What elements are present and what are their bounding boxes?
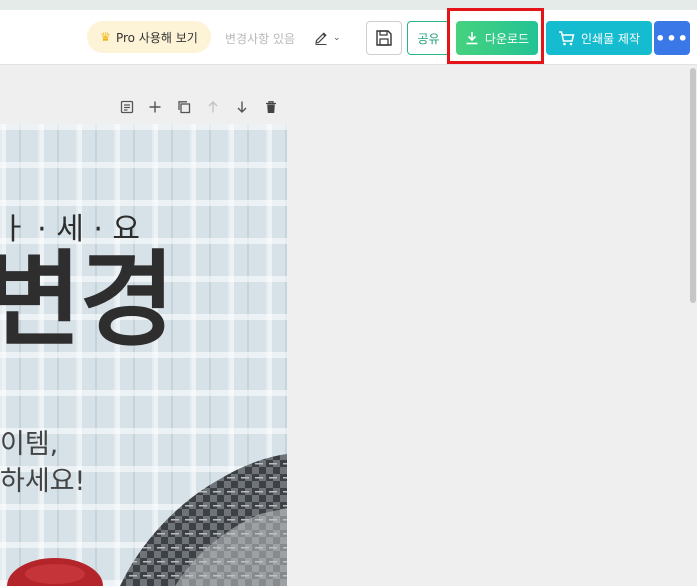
move-page-down-button[interactable] [233,98,251,116]
more-options-button[interactable]: ••• [654,21,690,55]
plus-icon [149,101,161,113]
download-label: 다운로드 [484,31,530,46]
edit-mode-dropdown[interactable]: ⌄ [313,27,353,49]
share-button[interactable]: 공유 [407,21,450,55]
top-strip [0,0,697,10]
print-order-button[interactable]: 인쇄물 제작 [546,21,652,55]
shopping-cart-icon [558,30,575,45]
download-arrow-icon [466,32,478,45]
try-pro-button[interactable]: ♛ Pro 사용해 보기 [87,21,211,53]
page-toolbar [118,98,288,116]
duplicate-page-button[interactable] [175,98,193,116]
unsaved-changes-status: 변경사항 있음 [225,32,296,46]
vertical-scrollbar[interactable] [690,68,696,303]
arrow-down-icon [237,101,247,113]
delete-page-button[interactable] [262,98,280,116]
trash-icon [266,101,276,113]
design-canvas[interactable]: ㅏ · 세 · 요 변경 이템, 하세요! [0,124,287,586]
notes-icon [120,100,134,114]
chevron-down-icon: ⌄ [333,33,341,43]
try-pro-label: Pro 사용해 보기 [115,30,198,45]
arrow-up-icon [208,101,218,113]
more-dots-icon: ••• [655,28,689,48]
duplicate-icon [178,101,191,114]
pen-icon [315,32,327,45]
knit-scarf-photo[interactable] [0,124,287,586]
add-page-button[interactable] [146,98,164,116]
floppy-disk-icon [376,30,392,46]
move-page-up-button[interactable] [204,98,222,116]
download-button[interactable]: 다운로드 [456,21,538,55]
print-order-label: 인쇄물 제작 [580,31,640,46]
save-button[interactable] [366,21,402,55]
page-notes-button[interactable] [118,98,136,116]
editor-header: ♛ Pro 사용해 보기 변경사항 있음 ⌄ 공유 다운로드 인쇄물 제작 ••… [0,10,697,65]
crown-icon: ♛ [100,30,111,44]
share-label: 공유 [417,31,440,46]
